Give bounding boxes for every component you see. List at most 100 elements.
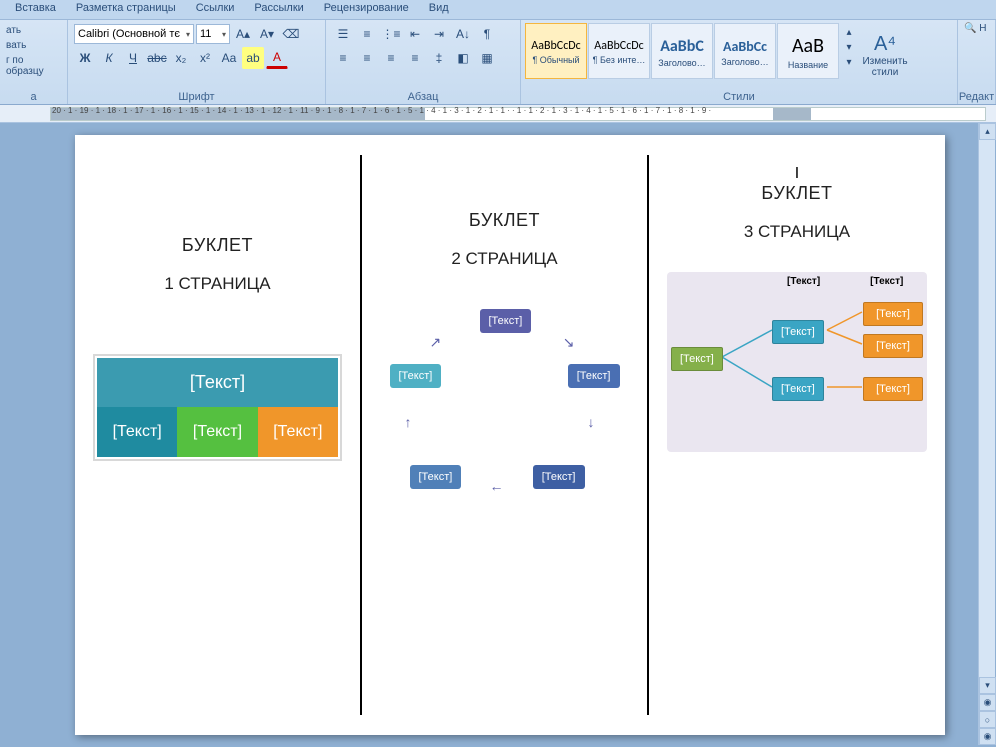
align-left-button[interactable]: ≡ <box>332 47 354 69</box>
cycle-node-1[interactable]: [Текст] <box>480 309 532 333</box>
borders-icon: ▦ <box>481 51 492 65</box>
font-group: Calibri (Основной тє▾ 11▾ A▴ A▾ ⌫ Ж К Ч … <box>68 20 326 104</box>
org-mid-1[interactable]: [Текст] <box>772 320 824 344</box>
superscript-button[interactable]: x² <box>194 47 216 69</box>
smartart-cycle[interactable]: [Текст] [Текст] [Текст] [Текст] [Текст] … <box>390 309 620 499</box>
prev-page-button[interactable]: ◉ <box>979 694 996 711</box>
italic-button[interactable]: К <box>98 47 120 69</box>
style-item[interactable]: АаВНазвание <box>777 23 839 79</box>
col2-subtitle: 2 СТРАНИЦА <box>380 249 629 269</box>
col3-subtitle: 3 СТРАНИЦА <box>667 222 927 242</box>
font-size-combo[interactable]: 11▾ <box>196 24 230 44</box>
shrink-font-button[interactable]: A▾ <box>256 23 278 45</box>
col2-title: БУКЛЕТ <box>380 210 629 231</box>
ribbon-tabs: Вставка Разметка страницы Ссылки Рассылк… <box>0 0 996 20</box>
align-center-button[interactable]: ≡ <box>356 47 378 69</box>
align-right-icon: ≡ <box>387 51 394 65</box>
paragraph-group-label: Абзац <box>326 91 520 103</box>
style-item[interactable]: AaBbCcЗаголово… <box>714 23 776 79</box>
ribbon: ать вать г по образцу а Calibri (Основно… <box>0 20 996 105</box>
sm1-cell-2[interactable]: [Текст] <box>177 407 257 457</box>
bullets-icon: ☰ <box>338 27 349 41</box>
eraser-icon: ⌫ <box>283 27 300 41</box>
numbering-button[interactable]: ≡ <box>356 23 378 45</box>
format-painter[interactable]: г по образцу <box>6 55 61 77</box>
cut-partial[interactable]: ать <box>6 25 21 36</box>
org-leaf-3[interactable]: [Текст] <box>863 377 923 401</box>
multilevel-button[interactable]: ⋮≡ <box>380 23 402 45</box>
org-mid-2[interactable]: [Текст] <box>772 377 824 401</box>
grow-font-button[interactable]: A▴ <box>232 23 254 45</box>
styles-group-label: Стили <box>521 91 957 103</box>
horizontal-ruler[interactable]: 20 · 1 · 19 · 1 · 18 · 1 · 17 · 1 · 16 ·… <box>0 105 996 123</box>
bullets-button[interactable]: ☰ <box>332 23 354 45</box>
page[interactable]: БУКЛЕТ 1 СТРАНИЦА [Текст] [Текст] [Текст… <box>75 135 945 735</box>
styles-group: AaBbCcDc¶ ОбычныйAaBbCcDc¶ Без инте…AaBb… <box>521 20 958 104</box>
bold-button[interactable]: Ж <box>74 47 96 69</box>
tab-mailings[interactable]: Рассылки <box>244 0 313 19</box>
tab-view[interactable]: Вид <box>419 0 459 19</box>
document-area[interactable]: БУКЛЕТ 1 СТРАНИЦА [Текст] [Текст] [Текст… <box>0 123 996 747</box>
col3-title: БУКЛЕТ <box>667 183 927 204</box>
col1-subtitle: 1 СТРАНИЦА <box>93 274 342 294</box>
line-spacing-button[interactable]: ‡ <box>428 47 450 69</box>
styles-gallery[interactable]: AaBbCcDc¶ ОбычныйAaBbCcDc¶ Без инте…AaBb… <box>525 23 839 88</box>
highlight-button[interactable]: ab <box>242 47 264 69</box>
indent-button[interactable]: ⇥ <box>428 23 450 45</box>
vertical-scrollbar[interactable]: ▴ ▾ ◉ ○ ◉ <box>978 123 995 745</box>
org-root[interactable]: [Текст] <box>671 347 723 371</box>
clipboard-label: а <box>0 91 67 103</box>
next-page-button[interactable]: ◉ <box>979 728 996 745</box>
column-3: I БУКЛЕТ 3 СТРАНИЦА [Текст][Текст] [Текс… <box>649 135 945 735</box>
tab-page-layout[interactable]: Разметка страницы <box>66 0 186 19</box>
find-button[interactable]: 🔍 Н <box>964 23 989 34</box>
font-color-button[interactable]: A <box>266 47 288 69</box>
smartart-org[interactable]: [Текст] [Текст] [Текст] [Текст] [Текст] [… <box>667 272 927 452</box>
clipboard-group: ать вать г по образцу а <box>0 20 68 104</box>
indent-icon: ⇥ <box>434 27 444 41</box>
org-leaf-1[interactable]: [Текст] <box>863 302 923 326</box>
tab-review[interactable]: Рецензирование <box>314 0 419 19</box>
browse-object-button[interactable]: ○ <box>979 711 996 728</box>
copy-partial[interactable]: вать <box>6 40 26 51</box>
cycle-node-2[interactable]: [Текст] <box>568 364 620 388</box>
sort-icon: A↓ <box>456 27 470 41</box>
change-styles-button[interactable]: A⁴ Изменить стили <box>855 23 915 88</box>
ruler-numbers: 20 · 1 · 19 · 1 · 18 · 1 · 17 · 1 · 16 ·… <box>0 106 996 115</box>
tab-insert[interactable]: Вставка <box>5 0 66 19</box>
font-name-combo[interactable]: Calibri (Основной тє▾ <box>74 24 194 44</box>
subscript-button[interactable]: x₂ <box>170 47 192 69</box>
sm1-cell-3[interactable]: [Текст] <box>258 407 338 457</box>
cycle-node-3[interactable]: [Текст] <box>533 465 585 489</box>
borders-button[interactable]: ▦ <box>476 47 498 69</box>
arrow-icon: ↗ <box>430 334 442 351</box>
column-2: БУКЛЕТ 2 СТРАНИЦА [Текст] [Текст] [Текст… <box>362 135 647 735</box>
paragraph-group: ☰ ≡ ⋮≡ ⇤ ⇥ A↓ ¶ ≡ ≡ ≡ ≡ ‡ ◧ ▦ Абзац <box>326 20 521 104</box>
strike-button[interactable]: abє <box>146 47 168 69</box>
justify-button[interactable]: ≡ <box>404 47 426 69</box>
cycle-node-4[interactable]: [Текст] <box>410 465 462 489</box>
scroll-up-button[interactable]: ▴ <box>979 123 996 140</box>
change-case-button[interactable]: Aa <box>218 47 240 69</box>
arrow-icon: ↓ <box>588 414 595 430</box>
sm1-cell-1[interactable]: [Текст] <box>97 407 177 457</box>
align-right-button[interactable]: ≡ <box>380 47 402 69</box>
style-item[interactable]: AaBbCcDc¶ Без инте… <box>588 23 650 79</box>
cycle-node-5[interactable]: [Текст] <box>390 364 442 388</box>
smartart-hierarchy[interactable]: [Текст] [Текст] [Текст] [Текст] <box>93 354 342 461</box>
sort-button[interactable]: A↓ <box>452 23 474 45</box>
find-icon: 🔍 <box>964 23 976 34</box>
org-leaf-2[interactable]: [Текст] <box>863 334 923 358</box>
clear-format-button[interactable]: ⌫ <box>280 23 302 45</box>
scroll-down-button[interactable]: ▾ <box>979 677 996 694</box>
underline-button[interactable]: Ч <box>122 47 144 69</box>
outdent-button[interactable]: ⇤ <box>404 23 426 45</box>
tab-references[interactable]: Ссылки <box>186 0 245 19</box>
pilcrow-icon: ¶ <box>484 27 490 41</box>
style-item[interactable]: AaBbCЗаголово… <box>651 23 713 79</box>
show-marks-button[interactable]: ¶ <box>476 23 498 45</box>
sm1-header[interactable]: [Текст] <box>97 358 338 407</box>
arrow-icon: ← <box>490 478 504 494</box>
style-item[interactable]: AaBbCcDc¶ Обычный <box>525 23 587 79</box>
shading-button[interactable]: ◧ <box>452 47 474 69</box>
